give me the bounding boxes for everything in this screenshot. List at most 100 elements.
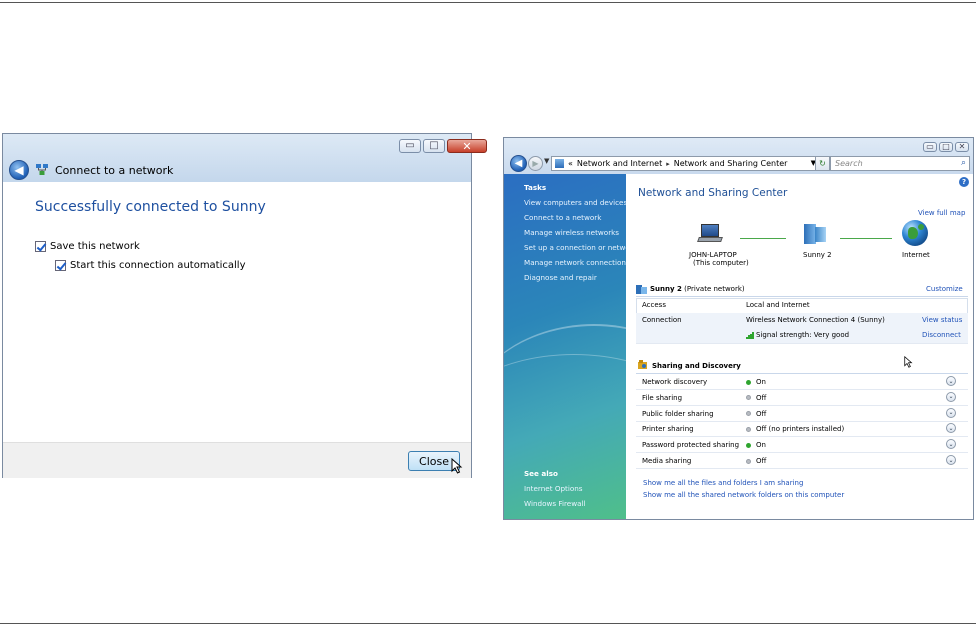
internet-globe-icon[interactable] bbox=[902, 220, 928, 246]
expand-chevron-icon[interactable]: ⌄ bbox=[946, 407, 956, 418]
sharing-section-header: Sharing and Discovery bbox=[636, 359, 968, 374]
status-off-icon bbox=[746, 395, 751, 401]
row-value: Wireless Network Connection 4 (Sunny) bbox=[746, 316, 885, 324]
sharing-row-status: Off bbox=[746, 410, 766, 418]
map-network-name: Sunny 2 bbox=[803, 251, 832, 259]
network-icon[interactable] bbox=[804, 222, 826, 244]
status-off-icon bbox=[746, 458, 751, 464]
sharing-row: Password protected sharing On ⌄ bbox=[636, 437, 968, 454]
search-icon[interactable]: ⌕ bbox=[961, 158, 966, 168]
sharing-row: File sharing Off ⌄ bbox=[636, 390, 968, 406]
sharing-status-text: Off bbox=[756, 393, 767, 402]
bottom-rule bbox=[0, 623, 976, 624]
save-network-checkbox-row[interactable]: Save this network bbox=[35, 241, 140, 252]
dialog-footer: Close bbox=[3, 442, 471, 478]
dialog-title: Connect to a network bbox=[55, 164, 174, 177]
search-input[interactable]: Search ⌕ bbox=[830, 156, 970, 171]
task-manage-wireless[interactable]: Manage wireless networks bbox=[524, 228, 619, 237]
maximize-icon: □ bbox=[429, 140, 439, 151]
footer-link-shared-folders[interactable]: Show me all the shared network folders o… bbox=[643, 491, 844, 499]
sharing-status-text: On bbox=[756, 378, 766, 386]
close-window-button[interactable]: ✕ bbox=[447, 139, 487, 153]
footer-link-files-shared[interactable]: Show me all the files and folders I am s… bbox=[643, 479, 803, 487]
task-view-computers[interactable]: View computers and devices bbox=[524, 198, 627, 207]
view-status-link[interactable]: View status bbox=[922, 316, 962, 324]
refresh-icon[interactable]: ↻ bbox=[815, 156, 830, 171]
close-icon: ✕ bbox=[958, 142, 966, 151]
table-row: Access Local and Internet bbox=[636, 298, 968, 314]
sharing-row-label: File sharing bbox=[642, 393, 683, 402]
expand-chevron-icon[interactable]: ⌄ bbox=[946, 423, 956, 434]
expand-chevron-icon[interactable]: ⌄ bbox=[946, 439, 956, 450]
sharing-status-text: On bbox=[756, 441, 766, 450]
signal-strength-icon bbox=[746, 331, 754, 339]
sharing-section-title: Sharing and Discovery bbox=[652, 362, 741, 370]
customize-link[interactable]: Customize bbox=[926, 285, 963, 293]
sharing-row: Printer sharing Off (no printers installe… bbox=[636, 421, 968, 438]
address-bar[interactable]: « Network and Internet ▸ Network and Sha… bbox=[551, 156, 821, 171]
disconnect-link[interactable]: Disconnect bbox=[922, 331, 961, 339]
forward-arrow-icon[interactable]: ▶ bbox=[528, 156, 543, 171]
laptop-icon[interactable] bbox=[697, 224, 723, 244]
search-placeholder: Search bbox=[835, 159, 863, 168]
page-title: Network and Sharing Center bbox=[638, 187, 788, 199]
auto-start-checkbox-row[interactable]: Start this connection automatically bbox=[55, 260, 245, 271]
see-also-windows-firewall[interactable]: Windows Firewall bbox=[524, 499, 585, 508]
nsc-window-buttons: ▭ □ ✕ bbox=[923, 142, 969, 152]
back-arrow-icon[interactable]: ◀ bbox=[9, 160, 29, 180]
map-internet-label: Internet bbox=[902, 251, 930, 259]
breadcrumb-network-sharing-center[interactable]: Network and Sharing Center bbox=[674, 159, 788, 168]
help-icon[interactable]: ? bbox=[959, 177, 969, 187]
nsc-maximize-button[interactable]: □ bbox=[939, 142, 953, 152]
sharing-row-label: Public folder sharing bbox=[642, 409, 714, 418]
minimize-icon: ▭ bbox=[405, 140, 415, 151]
network-small-icon bbox=[636, 285, 647, 294]
maximize-icon: □ bbox=[942, 142, 950, 151]
expand-chevron-icon[interactable]: ⌄ bbox=[946, 391, 956, 402]
close-icon: ✕ bbox=[462, 139, 472, 153]
network-section-header: Sunny 2 (Private network) Customize bbox=[636, 283, 968, 297]
minimize-icon: ▭ bbox=[926, 142, 934, 151]
breadcrumb-separator-icon: ▸ bbox=[666, 159, 670, 168]
sharing-row-status: On bbox=[746, 441, 766, 449]
view-full-map-link[interactable]: View full map bbox=[918, 209, 965, 217]
sharing-row-status: Off (no printers installed) bbox=[746, 425, 844, 433]
map-computer-name: JOHN-LAPTOP bbox=[689, 251, 737, 259]
task-connect-network[interactable]: Connect to a network bbox=[524, 213, 601, 222]
row-label: Connection bbox=[642, 316, 682, 324]
maximize-button[interactable]: □ bbox=[423, 139, 445, 153]
breadcrumb-network-internet[interactable]: Network and Internet bbox=[577, 159, 662, 168]
address-prefix: « bbox=[568, 159, 573, 168]
history-dropdown-icon[interactable]: ▼ bbox=[544, 157, 549, 165]
sharing-row-label: Printer sharing bbox=[642, 425, 694, 434]
sharing-icon bbox=[638, 360, 647, 369]
connect-to-network-dialog: ▭ □ ✕ ◀ Connect to a network Successfull… bbox=[2, 133, 487, 478]
see-also-heading: See also bbox=[524, 469, 558, 478]
task-diagnose-repair[interactable]: Diagnose and repair bbox=[524, 273, 597, 282]
status-off-icon bbox=[746, 411, 751, 417]
auto-start-checkbox[interactable] bbox=[55, 260, 66, 271]
nsc-minimize-button[interactable]: ▭ bbox=[923, 142, 937, 152]
sharing-row: Public folder sharing Off ⌄ bbox=[636, 406, 968, 422]
save-network-label: Save this network bbox=[50, 241, 140, 252]
dialog-window-buttons: ▭ □ ✕ bbox=[399, 139, 487, 153]
sharing-status-text: Off bbox=[756, 409, 767, 418]
tasks-heading: Tasks bbox=[524, 183, 547, 192]
task-setup-connection[interactable]: Set up a connection or network bbox=[524, 243, 637, 252]
row-value: Local and Internet bbox=[746, 301, 810, 309]
save-network-checkbox[interactable] bbox=[35, 241, 46, 252]
expand-chevron-icon[interactable]: ⌄ bbox=[946, 376, 956, 386]
see-also-internet-options[interactable]: Internet Options bbox=[524, 484, 583, 493]
table-row: Signal strength: Very good Disconnect bbox=[636, 328, 968, 344]
expand-chevron-icon[interactable]: ⌄ bbox=[946, 455, 956, 465]
minimize-button[interactable]: ▭ bbox=[399, 139, 421, 153]
row-label: Access bbox=[642, 301, 666, 309]
network-icon bbox=[36, 164, 48, 175]
sharing-row-label: Network discovery bbox=[642, 378, 708, 386]
nsc-close-button[interactable]: ✕ bbox=[955, 142, 969, 152]
back-arrow-icon[interactable]: ◀ bbox=[510, 155, 527, 172]
task-manage-connections[interactable]: Manage network connections bbox=[524, 258, 630, 267]
map-computer-subtitle: (This computer) bbox=[693, 259, 749, 267]
auto-start-label: Start this connection automatically bbox=[70, 260, 246, 271]
network-sharing-center-window: ▭ □ ✕ ◀ ▶ ▼ « Network and Internet ▸ Net… bbox=[503, 137, 974, 520]
